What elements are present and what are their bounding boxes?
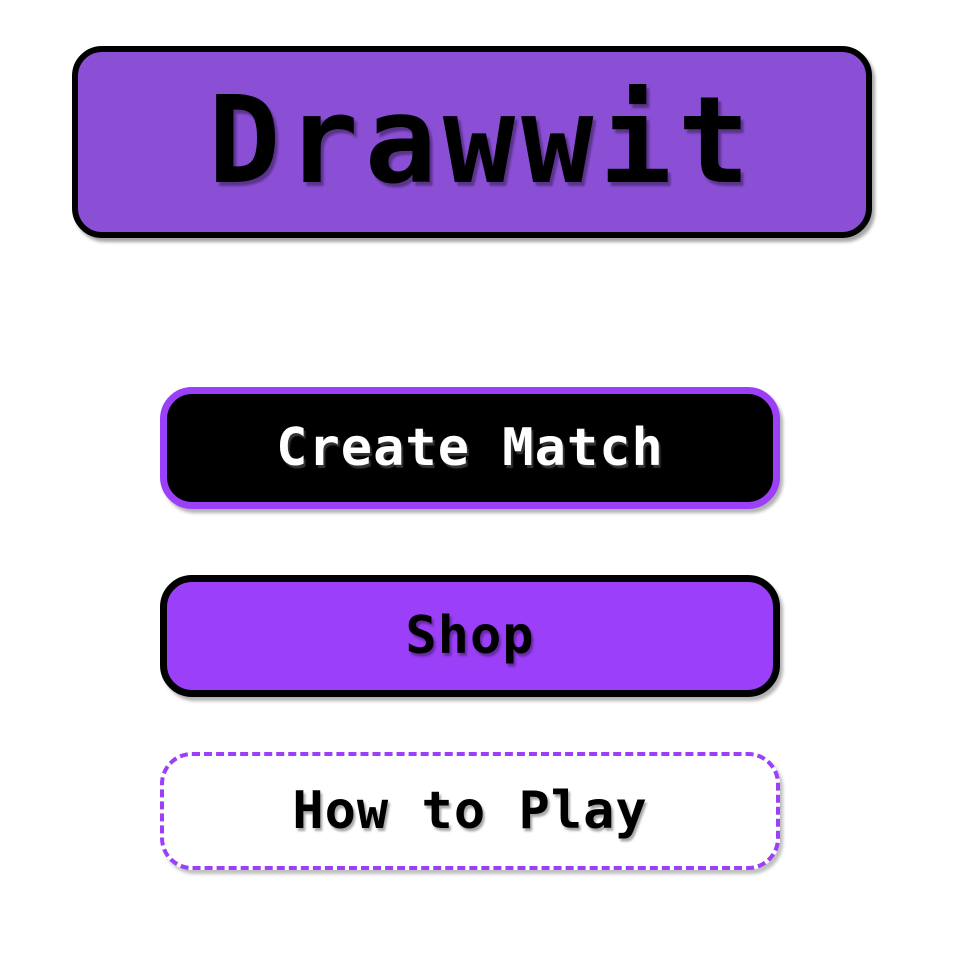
game-title: Drawwit bbox=[208, 72, 756, 211]
how-to-play-button[interactable]: How to Play bbox=[160, 752, 780, 870]
create-match-button[interactable]: Create Match bbox=[160, 387, 780, 509]
shop-label: Shop bbox=[405, 606, 535, 666]
how-to-play-label: How to Play bbox=[292, 781, 648, 841]
create-match-label: Create Match bbox=[276, 418, 664, 478]
shop-button[interactable]: Shop bbox=[160, 575, 780, 697]
title-banner: Drawwit bbox=[72, 46, 872, 238]
